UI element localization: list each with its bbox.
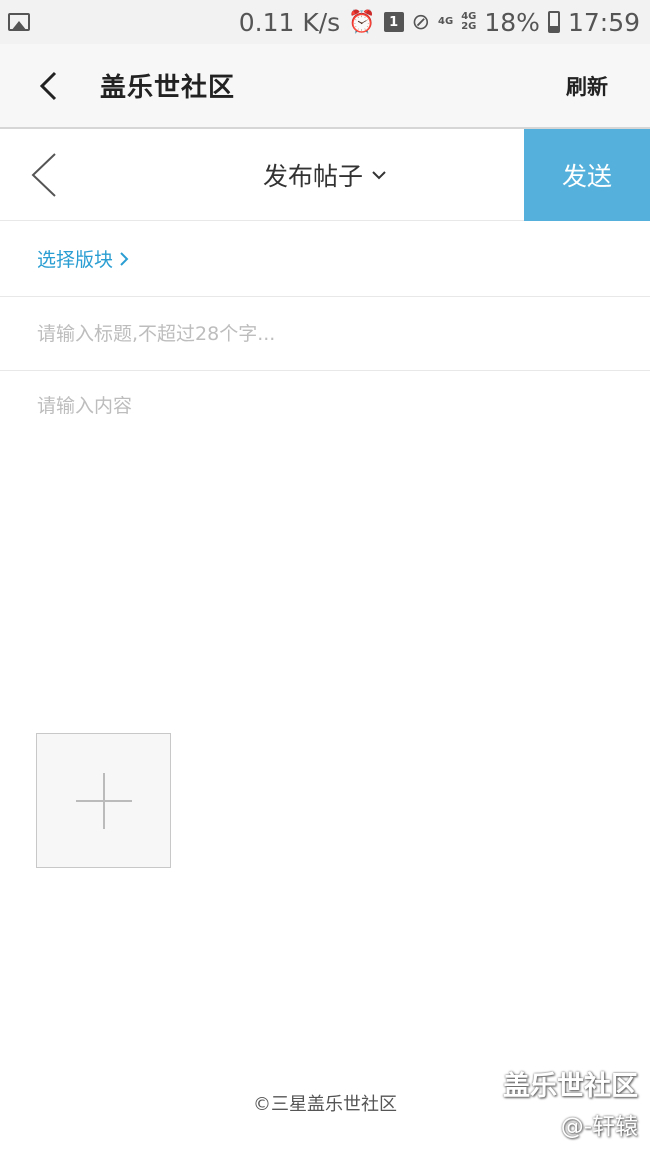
section-picker[interactable]: 选择版块 <box>0 221 650 297</box>
status-bar: 0.11 K/s ⏰ 1 ⊘ 4G 4G 2G 18% 17:59 <box>0 0 650 44</box>
plus-icon <box>75 772 132 829</box>
alarm-icon: ⏰ <box>348 9 376 35</box>
app-back-button[interactable] <box>0 43 100 128</box>
watermark-user: @-轩辕 <box>560 1114 638 1140</box>
title-input[interactable] <box>0 297 650 371</box>
battery-percent: 18% <box>484 7 540 37</box>
network-signal-icon: 4G 2G <box>461 11 477 32</box>
chevron-right-icon <box>119 251 129 267</box>
section-picker-label: 选择版块 <box>37 249 114 271</box>
net-speed: 0.11 K/s <box>238 7 341 37</box>
battery-icon <box>547 11 560 33</box>
refresh-button[interactable]: 刷新 <box>566 71 608 101</box>
compose-bar: 发布帖子 发送 <box>0 129 650 221</box>
image-icon <box>8 13 30 31</box>
do-not-disturb-icon: ⊘ <box>411 9 431 35</box>
post-type-dropdown[interactable]: 发布帖子 <box>0 129 524 221</box>
add-image-button[interactable] <box>36 733 171 868</box>
content-input[interactable] <box>0 371 650 711</box>
compose-title: 发布帖子 <box>262 162 363 191</box>
chevron-down-icon <box>371 170 387 180</box>
watermark: 盖乐世社区 @-轩辕 <box>503 1064 638 1141</box>
app-header: 盖乐世社区 刷新 <box>0 44 650 129</box>
network-4g-icon: 4G <box>438 16 454 27</box>
sim-icon: 1 <box>383 12 404 32</box>
clock: 17:59 <box>567 7 640 37</box>
app-title: 盖乐世社区 <box>100 73 236 103</box>
watermark-brand: 盖乐世社区 <box>503 1071 638 1102</box>
chevron-left-icon <box>39 71 57 100</box>
send-button[interactable]: 发送 <box>524 129 650 221</box>
